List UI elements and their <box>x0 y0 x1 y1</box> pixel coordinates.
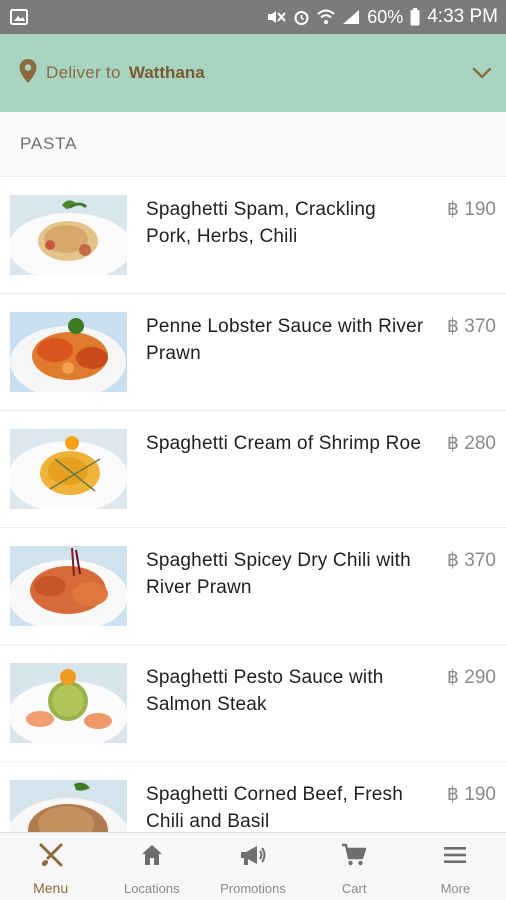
dish-price: ฿ 370 <box>446 316 496 337</box>
nav-locations[interactable]: Locations <box>101 833 202 900</box>
dish-photo <box>10 780 127 832</box>
nav-more[interactable]: More <box>405 833 506 900</box>
megaphone-icon <box>239 841 267 869</box>
dish-name: Spaghetti Corned Beef, Fresh Chili and B… <box>146 784 403 832</box>
menu-item[interactable]: Spaghetti Spicey Dry Chili with River Pr… <box>0 528 506 645</box>
dish-name: Spaghetti Pesto Sauce with Salmon Steak <box>146 667 384 715</box>
signal-icon <box>342 9 360 25</box>
dish-name: Spaghetti Spicey Dry Chili with River Pr… <box>146 550 411 598</box>
nav-menu[interactable]: Menu <box>0 833 101 900</box>
category-header: PASTA <box>0 112 506 177</box>
menu-item[interactable]: Spaghetti Spam, Crackling Pork, Herbs, C… <box>0 177 506 294</box>
menu-item[interactable]: Spaghetti Pesto Sauce with Salmon Steak … <box>0 645 506 762</box>
nav-label: Locations <box>123 881 180 896</box>
menu-item[interactable]: Penne Lobster Sauce with River Prawn ฿ 3… <box>0 294 506 411</box>
mute-icon <box>266 9 286 25</box>
dish-price: ฿ 290 <box>446 667 496 688</box>
wifi-icon <box>317 9 335 25</box>
nav-label: More <box>440 881 471 896</box>
dish-photo <box>10 429 127 509</box>
location-pin-icon <box>18 58 38 89</box>
dish-price: ฿ 280 <box>446 433 496 454</box>
nav-label: Cart <box>341 881 367 896</box>
nav-label: Menu <box>33 880 69 896</box>
dish-photo <box>10 546 127 626</box>
menu-lines-icon <box>443 841 467 869</box>
deliver-to-label: Deliver to <box>46 63 121 82</box>
nav-promotions[interactable]: Promotions <box>202 833 303 900</box>
category-title: PASTA <box>20 134 78 153</box>
dish-name: Spaghetti Spam, Crackling Pork, Herbs, C… <box>146 199 376 247</box>
clock: 4:33 PM <box>427 6 498 27</box>
gallery-notification-icon <box>10 9 28 25</box>
menu-item[interactable]: Spaghetti Cream of Shrimp Roe ฿ 280 <box>0 411 506 528</box>
menu-item[interactable]: Spaghetti Corned Beef, Fresh Chili and B… <box>0 762 506 832</box>
bottom-navigation: Menu Locations Promotions Cart More <box>0 832 506 900</box>
dish-price: ฿ 190 <box>446 199 496 220</box>
dish-name: Penne Lobster Sauce with River Prawn <box>146 316 424 364</box>
home-icon <box>140 841 164 869</box>
battery-icon <box>410 8 420 26</box>
menu-list[interactable]: Spaghetti Spam, Crackling Pork, Herbs, C… <box>0 177 506 832</box>
dish-price: ฿ 370 <box>446 550 496 571</box>
status-bar: 60% 4:33 PM <box>0 0 506 34</box>
nav-label: Promotions <box>220 881 286 896</box>
dish-photo <box>10 195 127 275</box>
dish-price: ฿ 190 <box>446 784 496 805</box>
dish-photo <box>10 663 127 743</box>
battery-percent: 60% <box>367 6 404 27</box>
dish-name: Spaghetti Cream of Shrimp Roe <box>146 433 422 454</box>
dish-photo <box>10 312 127 392</box>
nav-cart[interactable]: Cart <box>304 833 405 900</box>
fork-spoon-icon <box>38 841 64 869</box>
alarm-icon <box>293 9 310 26</box>
chevron-down-icon[interactable] <box>472 67 492 79</box>
delivery-location-name: Watthana <box>128 63 205 82</box>
delivery-location-selector[interactable]: Deliver to Watthana <box>0 34 506 112</box>
cart-icon <box>341 841 367 869</box>
